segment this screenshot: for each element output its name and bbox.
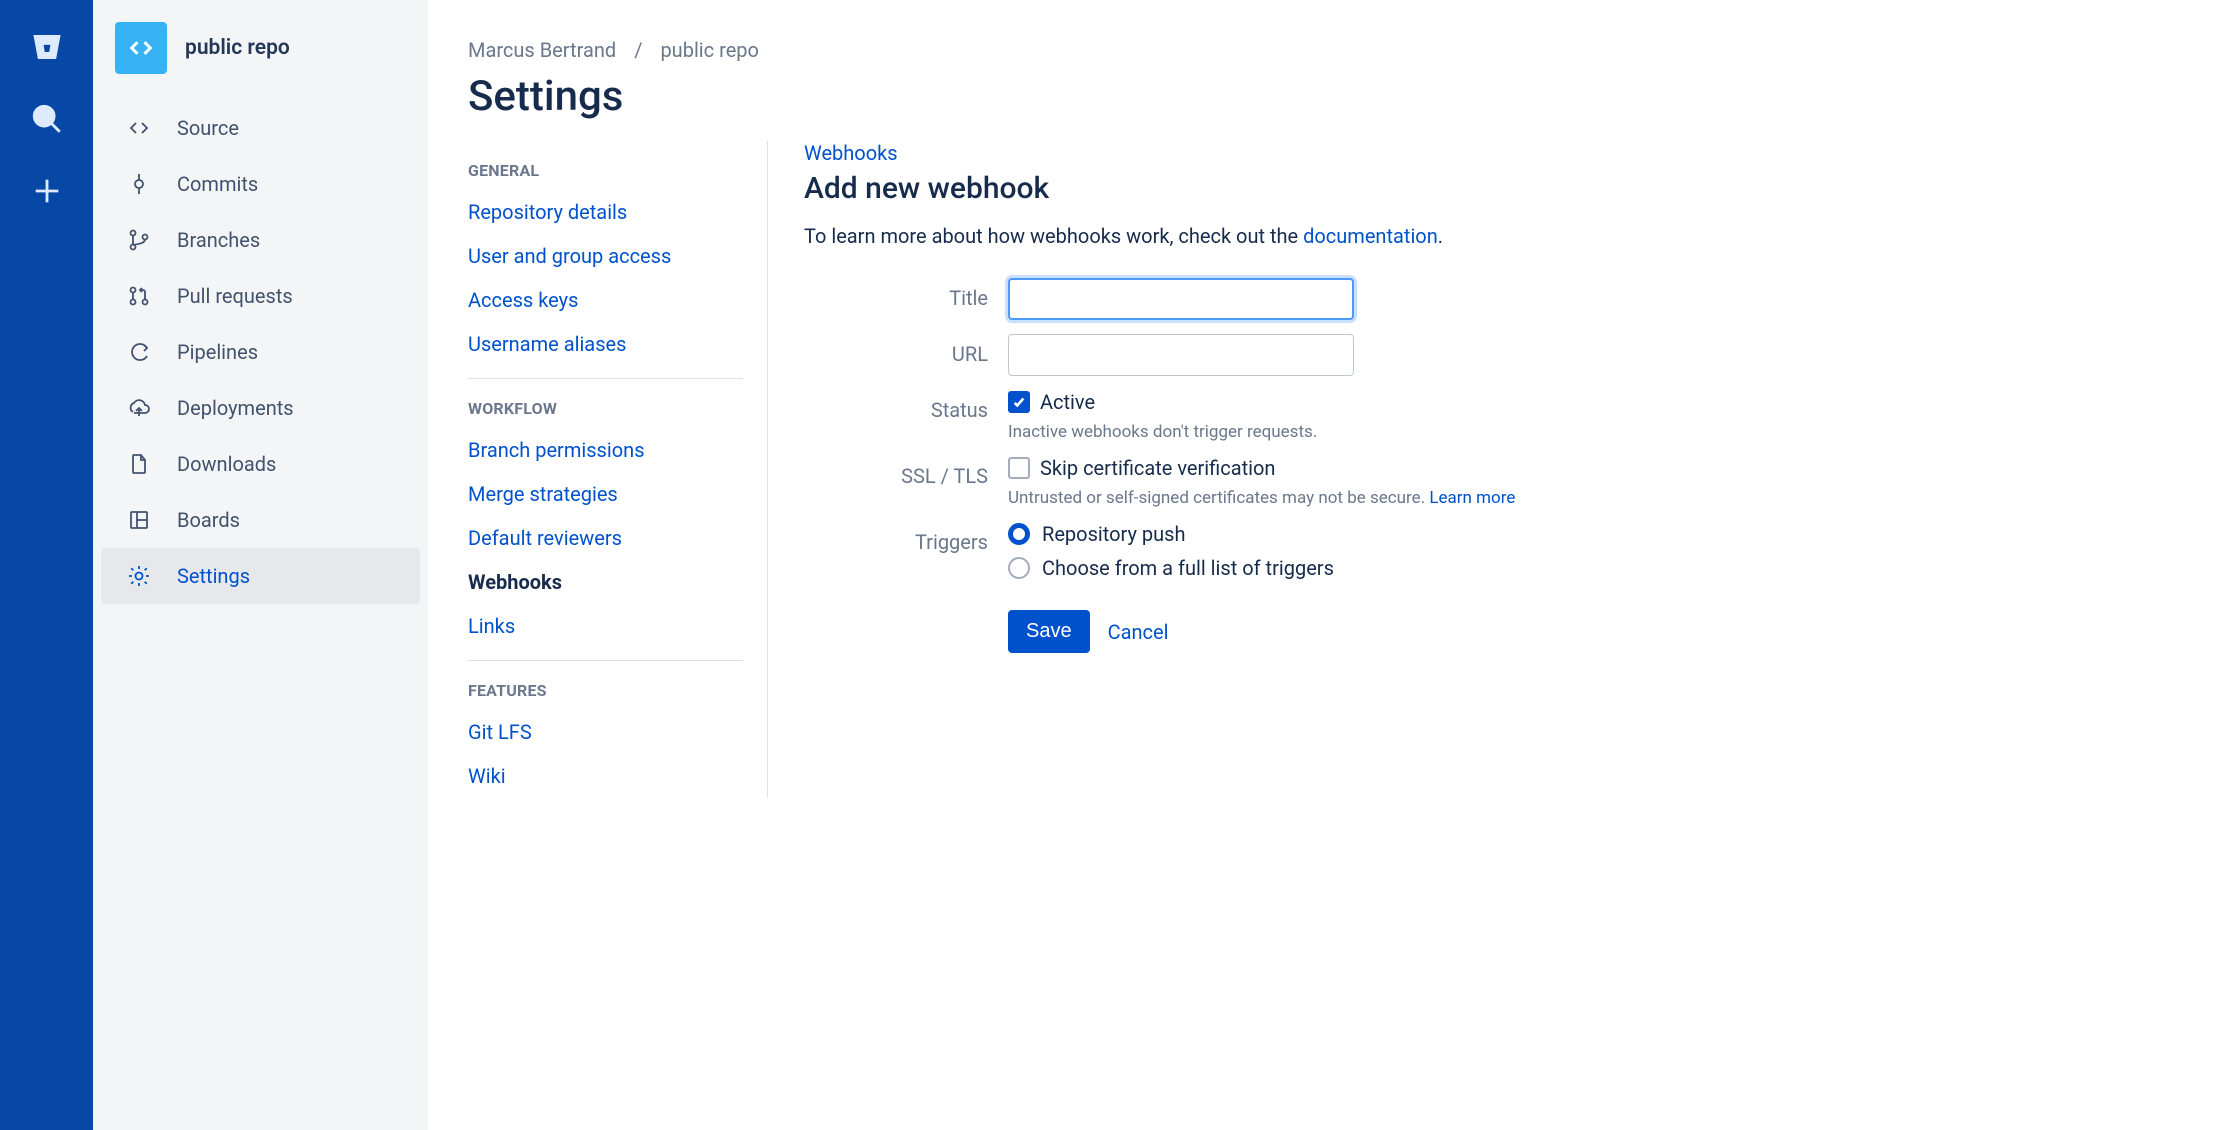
label-url: URL (804, 334, 1008, 366)
settings-section-features: FEATURES (468, 667, 743, 710)
save-button[interactable]: Save (1008, 610, 1090, 653)
settings-link-links[interactable]: Links (468, 604, 743, 648)
cancel-button[interactable]: Cancel (1108, 620, 1169, 644)
sidebar-item-label: Commits (177, 172, 258, 196)
settings-link-username-aliases[interactable]: Username aliases (468, 322, 743, 366)
sidebar-item-downloads[interactable]: Downloads (101, 436, 420, 492)
settings-link-webhooks[interactable]: Webhooks (468, 560, 743, 604)
label-triggers: Triggers (804, 522, 1008, 554)
trigger-choose-label: Choose from a full list of triggers (1042, 556, 1334, 580)
repo-header: public repo (93, 22, 428, 92)
pull-request-icon (127, 284, 151, 308)
url-input[interactable] (1008, 334, 1354, 376)
webhooks-parent-link[interactable]: Webhooks (804, 141, 2200, 165)
gear-icon (127, 564, 151, 588)
sidebar-item-label: Settings (177, 564, 250, 588)
active-checkbox[interactable] (1008, 391, 1030, 413)
breadcrumb-repo[interactable]: public repo (660, 38, 758, 62)
repo-sidebar: public repo Source Commits Branches Pull… (93, 0, 428, 1130)
deploy-icon (127, 396, 151, 420)
plus-icon[interactable] (30, 174, 64, 208)
sidebar-item-deployments[interactable]: Deployments (101, 380, 420, 436)
settings-nav: GENERAL Repository details User and grou… (468, 141, 768, 798)
branch-icon (127, 228, 151, 252)
download-icon (127, 452, 151, 476)
skip-cert-checkbox[interactable] (1008, 457, 1030, 479)
settings-link-default-reviewers[interactable]: Default reviewers (468, 516, 743, 560)
sidebar-item-label: Pipelines (177, 340, 258, 364)
content-heading: Add new webhook (804, 171, 2200, 206)
sidebar-item-pull-requests[interactable]: Pull requests (101, 268, 420, 324)
main-content: Marcus Bertrand / public repo Settings G… (428, 0, 2240, 1130)
sidebar-item-source[interactable]: Source (101, 100, 420, 156)
settings-link-git-lfs[interactable]: Git LFS (468, 710, 743, 754)
search-icon[interactable] (30, 102, 64, 136)
sidebar-item-settings[interactable]: Settings (101, 548, 420, 604)
trigger-choose-radio[interactable] (1008, 557, 1030, 579)
sidebar-item-label: Downloads (177, 452, 276, 476)
status-help: Inactive webhooks don't trigger requests… (1008, 422, 1317, 442)
sidebar-item-branches[interactable]: Branches (101, 212, 420, 268)
label-ssl: SSL / TLS (804, 456, 1008, 488)
settings-section-general: GENERAL (468, 147, 743, 190)
sidebar-item-label: Source (177, 116, 239, 140)
global-rail (0, 0, 93, 1130)
learn-more-link[interactable]: Learn more (1429, 488, 1515, 508)
documentation-link[interactable]: documentation (1303, 224, 1438, 248)
pipeline-icon (127, 340, 151, 364)
title-input[interactable] (1008, 278, 1354, 320)
board-icon (127, 508, 151, 532)
trigger-push-label: Repository push (1042, 522, 1185, 546)
sidebar-item-label: Boards (177, 508, 240, 532)
repo-avatar-icon (115, 22, 167, 74)
page-title: Settings (468, 72, 2200, 121)
intro-text: To learn more about how webhooks work, c… (804, 224, 2200, 248)
code-icon (127, 116, 151, 140)
sidebar-item-commits[interactable]: Commits (101, 156, 420, 212)
breadcrumb-separator: / (634, 38, 642, 62)
settings-link-access-keys[interactable]: Access keys (468, 278, 743, 322)
breadcrumb: Marcus Bertrand / public repo (468, 38, 2200, 62)
sidebar-item-label: Pull requests (177, 284, 293, 308)
settings-section-workflow: WORKFLOW (468, 385, 743, 428)
repo-nav: Source Commits Branches Pull requests Pi… (93, 92, 428, 604)
bitbucket-logo-icon[interactable] (30, 30, 64, 64)
settings-link-merge-strategies[interactable]: Merge strategies (468, 472, 743, 516)
breadcrumb-owner[interactable]: Marcus Bertrand (468, 38, 616, 62)
skip-cert-label: Skip certificate verification (1040, 456, 1275, 480)
settings-link-branch-permissions[interactable]: Branch permissions (468, 428, 743, 472)
settings-content: Webhooks Add new webhook To learn more a… (768, 141, 2200, 798)
sidebar-item-boards[interactable]: Boards (101, 492, 420, 548)
settings-link-user-group-access[interactable]: User and group access (468, 234, 743, 278)
sidebar-item-label: Deployments (177, 396, 294, 420)
label-title: Title (804, 278, 1008, 310)
sidebar-item-label: Branches (177, 228, 260, 252)
repo-title: public repo (185, 36, 290, 60)
settings-link-wiki[interactable]: Wiki (468, 754, 743, 798)
trigger-push-radio[interactable] (1008, 523, 1030, 545)
sidebar-item-pipelines[interactable]: Pipelines (101, 324, 420, 380)
settings-link-repository-details[interactable]: Repository details (468, 190, 743, 234)
commit-icon (127, 172, 151, 196)
label-status: Status (804, 390, 1008, 422)
ssl-help: Untrusted or self-signed certificates ma… (1008, 488, 1515, 508)
active-label: Active (1040, 390, 1095, 414)
